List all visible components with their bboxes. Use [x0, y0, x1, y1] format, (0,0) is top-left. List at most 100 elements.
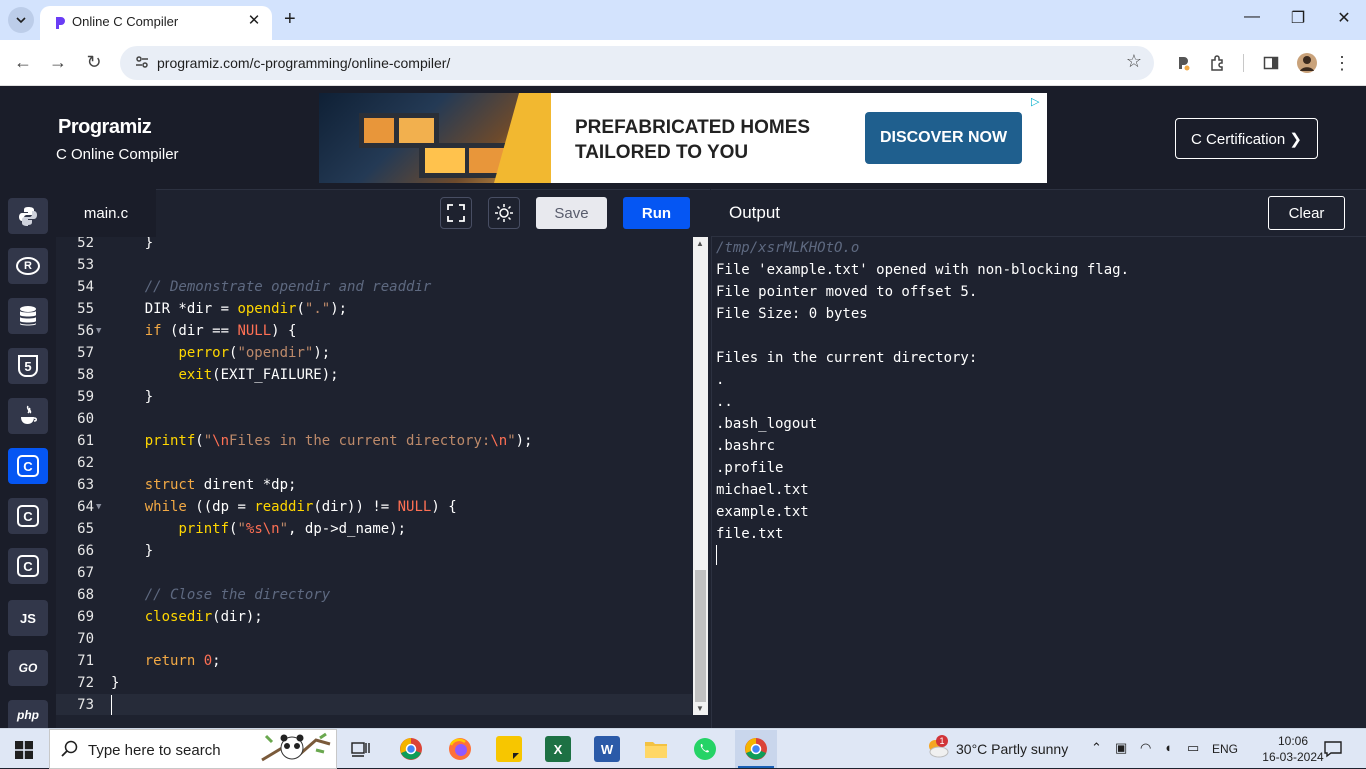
site-settings-icon[interactable] [134, 54, 150, 70]
adchoices-icon[interactable]: ▷ [1031, 95, 1043, 108]
r-icon: R [16, 257, 40, 275]
editor-scrollbar[interactable]: ▲ ▼ [693, 237, 708, 715]
word-app-icon[interactable]: W [594, 736, 620, 762]
advertisement-banner[interactable]: PREFABRICATED HOMES TAILORED TO YOU DISC… [319, 93, 1047, 183]
line-number: 64 [77, 499, 94, 515]
fold-arrow-icon[interactable]: ▼ [96, 496, 101, 518]
tab-search-button[interactable] [8, 7, 34, 33]
browser-tab[interactable]: Online C Compiler ✕ [40, 6, 272, 40]
input-language-indicator[interactable]: ENG [1212, 742, 1238, 756]
ad-discover-button[interactable]: DISCOVER NOW [865, 112, 1022, 164]
code-line: 54 // Demonstrate opendir and readdir [56, 276, 692, 298]
line-number: 69 [77, 609, 94, 625]
windows-taskbar: Type here to search X W 1 30°C Partly su… [0, 728, 1366, 769]
code-line: 62 [56, 452, 692, 474]
weather-text[interactable]: 30°C Partly sunny [956, 741, 1068, 757]
scroll-up-icon[interactable]: ▲ [696, 239, 704, 248]
profile-avatar[interactable] [1296, 52, 1318, 74]
tray-display-icon[interactable]: ▣ [1115, 740, 1127, 756]
wifi-icon[interactable]: ◠ [1140, 740, 1151, 756]
lang-html-button[interactable]: 5 [8, 348, 48, 384]
bookmark-star-icon[interactable]: ☆ [1126, 51, 1142, 72]
fullscreen-button[interactable] [440, 197, 472, 229]
ad-headline-line-2: TAILORED TO YOU [575, 142, 749, 163]
chrome-active-app-icon[interactable] [735, 730, 777, 768]
c-certification-button[interactable]: C Certification ❯ [1175, 118, 1318, 159]
extension-p-icon[interactable] [1172, 52, 1194, 74]
lang-js-button[interactable]: JS [8, 600, 48, 636]
output-console[interactable]: /tmp/xsrMLKHOtO.o File 'example.txt' ope… [711, 237, 1366, 729]
firefox-app-icon[interactable] [447, 736, 473, 762]
line-number: 57 [77, 345, 94, 361]
code-line: 72} [56, 672, 692, 694]
code-line: 58 exit(EXIT_FAILURE); [56, 364, 692, 386]
lang-cpp-button[interactable]: C [8, 498, 48, 534]
windows-start-icon[interactable] [15, 741, 33, 759]
file-tab-main-c[interactable]: main.c [56, 189, 156, 237]
task-view-icon[interactable] [348, 736, 374, 762]
extensions-puzzle-icon[interactable] [1207, 52, 1229, 74]
taskbar-clock[interactable]: 10:06 16-03-2024 [1262, 733, 1324, 765]
code-line: 61 printf("\nFiles in the current direct… [56, 430, 692, 452]
lang-sql-button[interactable] [8, 298, 48, 334]
minimize-icon[interactable]: — [1238, 8, 1266, 26]
programiz-logo[interactable]: Programiz [58, 116, 152, 139]
url-field[interactable]: programiz.com/c-programming/online-compi… [120, 46, 1154, 80]
search-highlight-panda-icon [261, 732, 331, 762]
reload-icon[interactable]: ↻ [83, 52, 105, 73]
line-number: 62 [77, 455, 94, 471]
volume-icon[interactable]: ◖ [1164, 740, 1172, 755]
battery-icon[interactable]: ▭ [1187, 740, 1199, 756]
code-line: 71 return 0; [56, 650, 692, 672]
taskbar-search-box[interactable]: Type here to search [49, 729, 337, 769]
line-number: 61 [77, 433, 94, 449]
run-button[interactable]: Run [623, 197, 690, 229]
code-line: 57 perror("opendir"); [56, 342, 692, 364]
editor-bottom-strip [56, 715, 710, 729]
save-button[interactable]: Save [536, 197, 607, 229]
code-line: 60 [56, 408, 692, 430]
code-line: 59 } [56, 386, 692, 408]
notifications-icon[interactable] [1324, 740, 1342, 758]
output-line: file.txt [716, 526, 784, 542]
scroll-down-icon[interactable]: ▼ [696, 704, 704, 713]
excel-app-icon[interactable]: X [545, 736, 571, 762]
whatsapp-app-icon[interactable] [692, 736, 718, 762]
scrollbar-thumb[interactable] [695, 570, 706, 702]
lang-c-button[interactable]: C [8, 448, 48, 484]
theme-toggle-button[interactable] [488, 197, 520, 229]
output-line: .. [716, 394, 733, 410]
code-line-current: 73 [56, 694, 692, 716]
file-explorer-app-icon[interactable] [643, 736, 669, 762]
sticky-notes-app-icon[interactable] [496, 736, 522, 762]
clock-date: 16-03-2024 [1262, 750, 1324, 764]
code-editor[interactable]: 52 } 53 54 // Demonstrate opendir and re… [56, 237, 710, 729]
forward-icon[interactable]: → [47, 52, 69, 73]
language-sidebar: R 5 C C C JS GO php [0, 189, 56, 729]
tab-close-icon[interactable]: ✕ [244, 11, 264, 29]
back-icon[interactable]: ← [12, 52, 34, 73]
code-line: 69 closedir(dir); [56, 606, 692, 628]
database-icon [20, 306, 36, 326]
fold-arrow-icon[interactable]: ▼ [96, 320, 101, 342]
code-line: 64 ▼ while ((dp = readdir(dir)) != NULL) … [56, 496, 692, 518]
side-panel-icon[interactable] [1260, 52, 1282, 74]
output-line: Files in the current directory: [716, 350, 978, 366]
restore-icon[interactable]: ❐ [1284, 8, 1312, 28]
lang-php-button[interactable]: php [8, 700, 48, 729]
lang-python-button[interactable] [8, 198, 48, 234]
browser-menu-icon[interactable]: ⋮ [1331, 52, 1353, 74]
show-hidden-icons-icon[interactable]: ⌃ [1091, 740, 1102, 756]
lang-r-button[interactable]: R [8, 248, 48, 284]
lang-java-button[interactable] [8, 398, 48, 434]
lang-go-button[interactable]: GO [8, 650, 48, 686]
close-window-icon[interactable]: ✕ [1330, 8, 1358, 28]
toolbar-divider [1243, 54, 1244, 72]
clear-button[interactable]: Clear [1268, 196, 1345, 230]
output-line: /tmp/xsrMLKHOtO.o [716, 240, 860, 256]
lang-csharp-button[interactable]: C [8, 548, 48, 584]
line-number: 65 [77, 521, 94, 537]
chrome-app-icon[interactable] [398, 736, 424, 762]
new-tab-button[interactable]: + [284, 8, 296, 31]
line-number: 71 [77, 653, 94, 669]
